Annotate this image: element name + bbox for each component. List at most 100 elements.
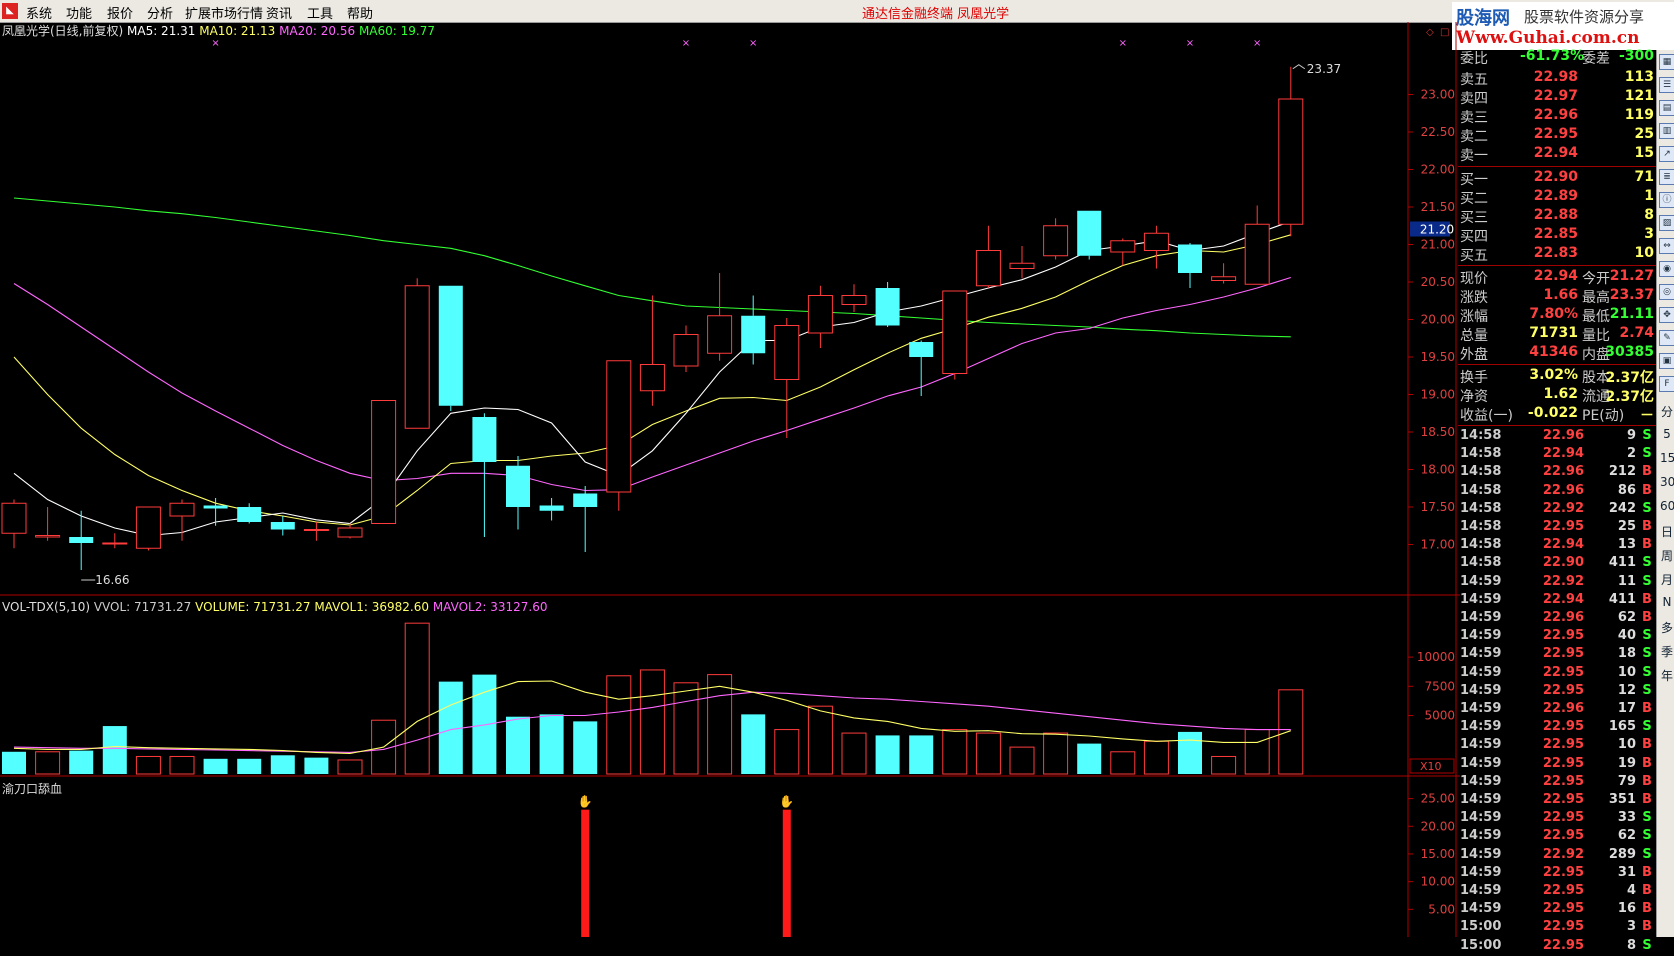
pen-icon[interactable]: ✎ bbox=[1659, 330, 1674, 346]
menu-item-news[interactable]: 资讯 bbox=[266, 3, 292, 22]
tick-row: 15:00 22.95 3 B bbox=[1458, 919, 1656, 937]
period-button-2[interactable]: 15 bbox=[1660, 451, 1674, 465]
menu-item-analysis[interactable]: 分析 bbox=[147, 3, 173, 22]
info-icon[interactable]: ⓘ bbox=[1659, 192, 1674, 208]
candle-body-down bbox=[237, 507, 262, 522]
period-button-5[interactable]: 日 bbox=[1660, 523, 1674, 540]
ma-legend-ma20: MA20: 20.56 bbox=[279, 24, 359, 38]
candle-body-up bbox=[639, 364, 665, 392]
candle-body-up bbox=[371, 400, 397, 524]
watermark-logo: 股海网 股票软件资源分享 Www.Guhai.com.cn bbox=[1452, 2, 1674, 50]
indicator-panel[interactable]: ✋ ✋ bbox=[578, 795, 795, 937]
layout-icon[interactable]: ▣ bbox=[1659, 353, 1674, 369]
tick-price: 22.95 bbox=[1542, 937, 1584, 953]
stat-label: 涨幅 bbox=[1460, 309, 1488, 325]
candle-body-up bbox=[942, 290, 968, 374]
tick-row: 14:59 22.95 33 S bbox=[1458, 810, 1656, 828]
arrow-icon[interactable]: ⇔ bbox=[1659, 238, 1674, 254]
tick-row: 14:59 22.95 165 S bbox=[1458, 719, 1656, 737]
tick-direction: B bbox=[1642, 591, 1652, 607]
target-icon[interactable]: ◎ bbox=[1659, 284, 1674, 300]
tick-time: 14:59 bbox=[1460, 664, 1502, 680]
signal-bar bbox=[782, 809, 791, 937]
tick-time: 14:58 bbox=[1460, 555, 1502, 571]
candle bbox=[237, 503, 262, 524]
period-button-9[interactable]: 多 bbox=[1660, 619, 1674, 636]
line-icon[interactable]: ↗ bbox=[1659, 146, 1674, 162]
menu-item-help[interactable]: 帮助 bbox=[347, 3, 373, 22]
watermark-brand: 股海网 bbox=[1456, 8, 1510, 29]
tick-time: 14:59 bbox=[1460, 591, 1502, 607]
menu-item-function[interactable]: 功能 bbox=[66, 3, 92, 22]
candle-body-down bbox=[741, 315, 766, 354]
rss-icon[interactable]: ◉ bbox=[1659, 261, 1674, 277]
bar-icon[interactable]: ▥ bbox=[1659, 123, 1674, 139]
tick-direction: S bbox=[1642, 573, 1652, 589]
app-logo-icon: ◣ bbox=[2, 3, 18, 19]
volume-bar-up bbox=[337, 759, 363, 775]
indicator-axis-label: 15.00 bbox=[1421, 847, 1455, 861]
candle bbox=[337, 523, 363, 539]
f10-icon[interactable]: F bbox=[1659, 376, 1674, 392]
tick-direction: B bbox=[1642, 537, 1652, 553]
period-button-3[interactable]: 30 bbox=[1660, 475, 1674, 489]
candle bbox=[639, 295, 665, 406]
volume-legend: VOL-TDX(5,10) VVOL: 71731.27 VOLUME: 717… bbox=[2, 600, 548, 614]
tick-price: 22.95 bbox=[1542, 719, 1584, 735]
menu-item-quote[interactable]: 报价 bbox=[107, 3, 133, 22]
period-button-10[interactable]: 季 bbox=[1660, 643, 1674, 660]
candle-body-down bbox=[203, 505, 228, 509]
period-button-11[interactable]: 年 bbox=[1660, 667, 1674, 684]
period-button-7[interactable]: 月 bbox=[1660, 571, 1674, 588]
menu-item-system[interactable]: 系统 bbox=[26, 3, 52, 22]
stock-chart-area[interactable]: ✋ ✋ 23.0022.5022.0021.5021.0020.5020.0019… bbox=[0, 22, 1460, 937]
tick-price: 22.94 bbox=[1542, 446, 1584, 462]
tick-direction: B bbox=[1642, 919, 1652, 935]
news-icon[interactable]: ≣ bbox=[1659, 169, 1674, 185]
volume-panel[interactable] bbox=[2, 622, 1304, 775]
tick-price: 22.96 bbox=[1542, 610, 1584, 625]
tick-volume: 10 bbox=[1617, 737, 1636, 753]
period-button-0[interactable]: 分 bbox=[1660, 403, 1674, 420]
bid-price: 22.85 bbox=[1533, 226, 1578, 242]
candle-body-up bbox=[707, 315, 733, 354]
table-icon[interactable]: ▤ bbox=[1659, 100, 1674, 116]
tick-row: 14:59 22.92 289 S bbox=[1458, 847, 1656, 865]
bid-volume: 1 bbox=[1644, 188, 1654, 204]
event-marker: × bbox=[211, 38, 219, 49]
volume-bar-down bbox=[875, 735, 900, 774]
tick-direction: S bbox=[1642, 500, 1652, 516]
list-icon[interactable]: ☰ bbox=[1659, 77, 1674, 93]
tick-price: 22.90 bbox=[1542, 555, 1584, 571]
vol-legend-volume: VOLUME: 71731.27 bbox=[195, 600, 314, 614]
candle bbox=[404, 278, 430, 429]
indicator-axis-label: 10.00 bbox=[1421, 875, 1455, 889]
ask-volume: 25 bbox=[1634, 126, 1654, 142]
tick-volume: 13 bbox=[1617, 537, 1636, 553]
candle bbox=[472, 413, 497, 537]
volume-bar-up bbox=[639, 669, 665, 775]
candle bbox=[807, 285, 833, 348]
period-button-8[interactable]: N bbox=[1660, 595, 1674, 609]
ask-volume: 15 bbox=[1634, 145, 1654, 161]
candle-body-up bbox=[404, 285, 430, 429]
candle-body-up bbox=[1278, 98, 1304, 225]
candle-body-down bbox=[472, 417, 497, 462]
period-button-6[interactable]: 周 bbox=[1660, 547, 1674, 564]
tick-time: 14:59 bbox=[1460, 810, 1502, 826]
period-button-4[interactable]: 60 bbox=[1660, 499, 1674, 513]
chart-icon[interactable]: ▨ bbox=[1659, 215, 1674, 231]
price-panel[interactable] bbox=[1, 64, 1306, 581]
tick-time: 14:59 bbox=[1460, 646, 1502, 662]
menu-item-tools[interactable]: 工具 bbox=[307, 3, 333, 22]
candle-body-down bbox=[573, 493, 598, 507]
candle bbox=[1278, 66, 1304, 237]
volume-bar-up bbox=[1110, 751, 1136, 775]
volume-axis-label: 5000 bbox=[1424, 709, 1455, 723]
move-icon[interactable]: ✥ bbox=[1659, 307, 1674, 323]
menu-item-extended-market[interactable]: 扩展市场行情 bbox=[185, 3, 263, 22]
grid-icon[interactable]: ▦ bbox=[1659, 54, 1674, 70]
tick-price: 22.92 bbox=[1542, 846, 1584, 862]
price-axis-label: 23.00 bbox=[1421, 88, 1455, 102]
period-button-1[interactable]: 5 bbox=[1660, 427, 1674, 441]
